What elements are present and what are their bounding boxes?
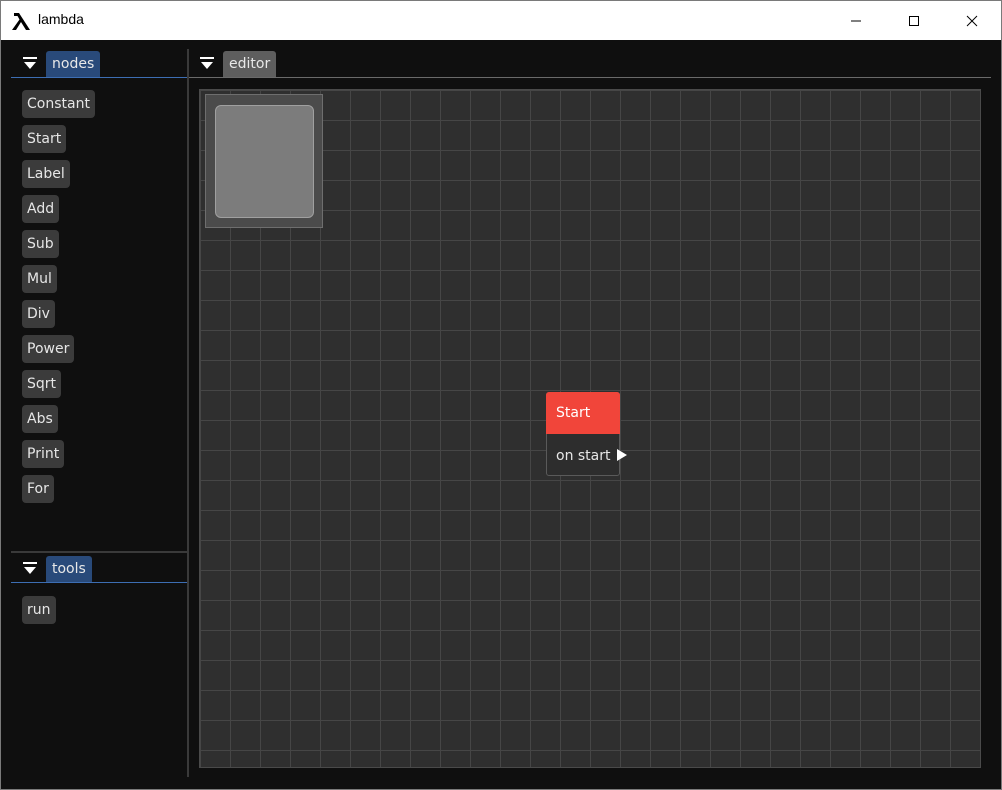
nodes-panel-header: nodes [11,50,187,78]
lambda-icon [12,13,30,30]
output-pin-icon[interactable] [617,449,627,461]
start-node-title[interactable]: Start [546,392,620,434]
window-title: lambda [38,11,84,27]
minimize-icon [851,20,861,21]
tab-editor[interactable]: editor [223,51,277,77]
node-button-power[interactable]: Power [22,335,75,363]
panel-splitter-horizontal[interactable] [11,551,187,553]
close-button[interactable] [943,1,1001,40]
minimap-viewport[interactable] [215,105,314,218]
close-icon [966,15,978,26]
minimap[interactable] [205,94,323,228]
node-button-start[interactable]: Start [22,125,67,153]
on-start-output-label: on start [556,448,611,464]
tab-tools[interactable]: tools [46,556,92,582]
collapse-arrow-icon[interactable] [200,57,214,71]
node-button-constant[interactable]: Constant [22,90,95,118]
node-button-mul[interactable]: Mul [22,265,57,293]
editor-header-divider [189,77,991,78]
node-button-label[interactable]: Label [22,160,70,188]
maximize-button[interactable] [885,1,943,40]
node-button-print[interactable]: Print [22,440,65,468]
nodes-header-divider [11,77,187,78]
node-button-div[interactable]: Div [22,300,55,328]
title-bar: lambda [0,0,1002,40]
node-button-abs[interactable]: Abs [22,405,58,433]
node-button-sqrt[interactable]: Sqrt [22,370,62,398]
maximize-icon [909,15,919,26]
panel-splitter-vertical[interactable] [187,49,189,777]
tab-nodes[interactable]: nodes [46,51,101,77]
tools-panel-header: tools [11,555,187,583]
start-node[interactable]: Start on start [546,392,627,476]
editor-panel-header: editor [189,50,991,78]
collapse-arrow-icon[interactable] [23,562,37,576]
app-body: nodes Constant Start Label Add Sub Mul D… [0,40,1002,790]
node-button-for[interactable]: For [22,475,54,503]
editor-canvas[interactable]: Start on start [199,89,981,768]
node-button-sub[interactable]: Sub [22,230,59,258]
collapse-arrow-icon[interactable] [23,57,37,71]
run-button[interactable]: run [22,596,56,624]
minimize-button[interactable] [827,1,885,40]
node-button-add[interactable]: Add [22,195,60,223]
tools-header-divider [11,582,187,583]
